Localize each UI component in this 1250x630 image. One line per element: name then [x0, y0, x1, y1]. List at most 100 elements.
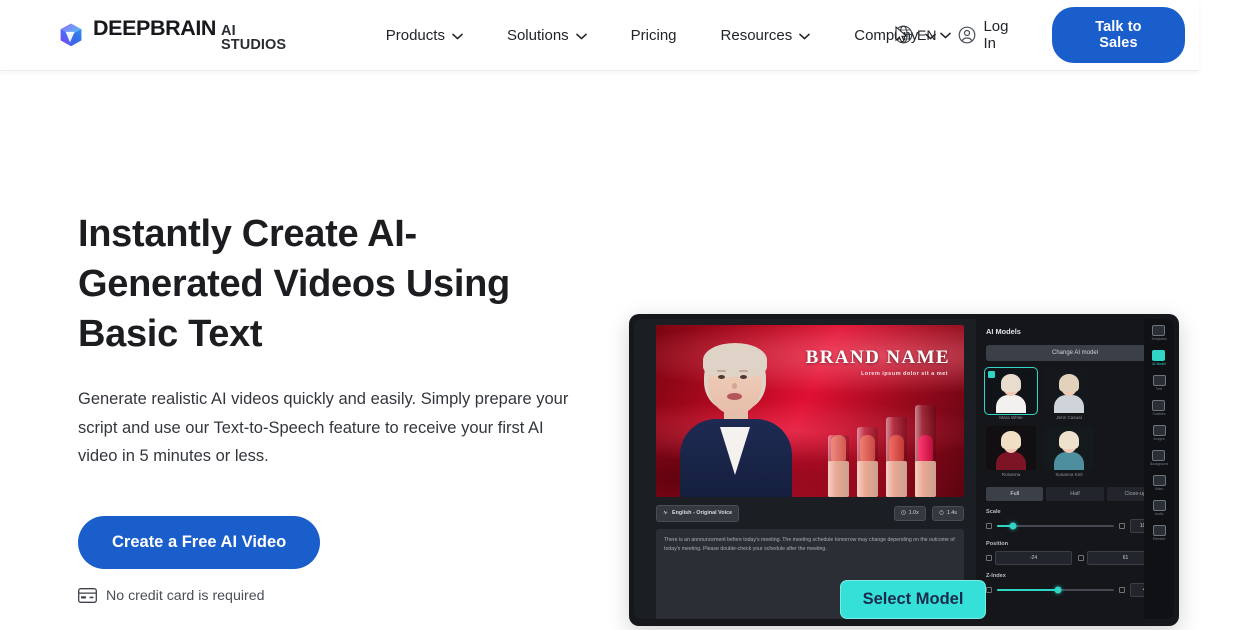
- hero-copy: Instantly Create AI-Generated Videos Usi…: [78, 209, 598, 604]
- nav-label: Pricing: [630, 26, 677, 44]
- hero-subtitle: Generate realistic AI videos quickly and…: [78, 390, 569, 465]
- hero-section: Instantly Create AI-Generated Videos Usi…: [0, 71, 1199, 630]
- rail-item-element[interactable]: Element: [1152, 525, 1166, 541]
- rail-label: Text: [1155, 387, 1163, 391]
- chevron-down-icon: [940, 32, 952, 39]
- login-label: Log In: [983, 18, 1009, 52]
- rail-item-video[interactable]: Video: [1152, 475, 1166, 491]
- position-y-icon: [1078, 555, 1084, 561]
- model-label: Mara White: [999, 415, 1023, 420]
- element-icon: [1152, 525, 1166, 536]
- scale-slider-row: 101 %: [986, 519, 1164, 533]
- segment-full[interactable]: Full: [986, 487, 1044, 501]
- product-preview-mockup: BRAND NAME Lorem ipsum dolor sit a met E…: [629, 314, 1179, 626]
- zindex-front-icon: [1119, 587, 1125, 593]
- header-actions: Log In Talk to Sales: [958, 7, 1199, 63]
- product-lipstick: [886, 417, 907, 497]
- playback-speed-chip[interactable]: 1.0x: [893, 505, 926, 521]
- no-credit-card-note: No credit card is required: [78, 588, 598, 604]
- model-card[interactable]: Jenn Casual: [1044, 369, 1094, 420]
- mouse-cursor: [895, 25, 909, 49]
- clip-duration-chip[interactable]: 1.4s: [931, 505, 964, 521]
- rail-label: Background: [1149, 462, 1169, 466]
- rail-item-text[interactable]: Text: [1152, 375, 1166, 391]
- rail-item-subtitles[interactable]: Subtitles: [1152, 400, 1166, 416]
- product-lipstick: [828, 435, 849, 497]
- model-label: Jenn Casual: [1056, 415, 1082, 420]
- person-icon: [1152, 350, 1166, 361]
- position-x-icon: [986, 555, 992, 561]
- stage-toolbar: English - Original Voice 1.0x 1.4s: [656, 502, 964, 524]
- voice-language-label: English - Original Voice: [672, 510, 733, 516]
- rail-item-audio[interactable]: Audio: [1152, 500, 1166, 516]
- user-circle-icon: [958, 26, 976, 44]
- rail-item-ai-model[interactable]: AI Model: [1152, 350, 1166, 366]
- nav-item-solutions[interactable]: Solutions: [485, 27, 609, 44]
- nav-item-products[interactable]: Products: [364, 27, 485, 44]
- logo-link[interactable]: DEEPBRAIN AI STUDIOS: [58, 15, 302, 53]
- text-icon: [1152, 375, 1166, 386]
- chevron-down-icon: [799, 33, 811, 40]
- crop-segmented-control: Full Half Close-up: [986, 487, 1164, 501]
- scale-large-icon: [1119, 523, 1125, 529]
- model-card[interactable]: Mara White: [984, 367, 1038, 420]
- logo-wordmark: DEEPBRAIN: [93, 15, 217, 40]
- voice-wave-icon: [663, 509, 668, 517]
- rail-label: Element: [1152, 537, 1166, 541]
- create-free-ai-video-button[interactable]: Create a Free AI Video: [78, 515, 321, 569]
- nav-item-resources[interactable]: Resources: [699, 27, 833, 44]
- main-navigation: Products Solutions Pricing Resources Com…: [364, 27, 959, 44]
- model-card[interactable]: Susanna Knit: [1044, 426, 1094, 477]
- subtitle-icon: [1152, 400, 1166, 411]
- page-title: Instantly Create AI-Generated Videos Usi…: [78, 213, 510, 355]
- voice-language-chip[interactable]: English - Original Voice: [656, 504, 740, 522]
- model-card[interactable]: Rosanna: [986, 426, 1036, 477]
- video-canvas[interactable]: BRAND NAME Lorem ipsum dolor sit a met: [656, 325, 964, 497]
- language-label: EN: [917, 26, 937, 43]
- image-icon: [1152, 425, 1166, 436]
- scale-slider[interactable]: [997, 522, 1114, 530]
- site-header: DEEPBRAIN AI STUDIOS Products Solutions …: [0, 0, 1199, 71]
- scale-label: Scale: [986, 509, 1001, 515]
- select-model-button[interactable]: Select Model: [840, 580, 986, 619]
- scale-small-icon: [986, 523, 992, 529]
- rail-item-images[interactable]: Images: [1152, 425, 1166, 441]
- selected-check-icon: [988, 371, 995, 378]
- audio-icon: [1152, 500, 1166, 511]
- chevron-down-icon: [452, 33, 463, 40]
- panel-title: AI Models: [986, 327, 1021, 336]
- position-label: Position: [986, 541, 1009, 547]
- ai-avatar-presenter: [674, 339, 800, 497]
- position-row: -24 61: [986, 551, 1164, 565]
- zindex-slider-row: 404: [986, 583, 1164, 597]
- editor-tool-rail: Templates AI Model Text Subtitles Images: [1144, 319, 1174, 619]
- clock-icon: [900, 509, 906, 517]
- rail-label: Video: [1154, 487, 1164, 491]
- clip-duration-label: 1.4s: [946, 510, 957, 516]
- change-ai-model-button[interactable]: Change AI model: [986, 345, 1164, 361]
- nav-label: Resources: [720, 26, 793, 44]
- segment-half[interactable]: Half: [1046, 487, 1104, 501]
- chevron-down-icon: [575, 33, 587, 40]
- canvas-brand-title: BRAND NAME: [805, 347, 950, 368]
- nav-item-pricing[interactable]: Pricing: [609, 27, 699, 44]
- rail-item-background[interactable]: Background: [1150, 450, 1168, 466]
- model-label: Susanna Knit: [1055, 472, 1083, 477]
- editor-stage-column: BRAND NAME Lorem ipsum dolor sit a met E…: [634, 319, 986, 619]
- zindex-slider[interactable]: [997, 586, 1114, 594]
- position-x-value[interactable]: -24: [995, 551, 1072, 565]
- login-link[interactable]: Log In: [958, 18, 1023, 52]
- rail-label: Subtitles: [1152, 412, 1166, 416]
- templates-icon: [1152, 325, 1166, 336]
- timer-icon: [939, 509, 944, 517]
- rail-label: Images: [1153, 437, 1165, 441]
- rail-item-templates[interactable]: Templates: [1151, 325, 1167, 341]
- rail-label: AI Model: [1152, 362, 1166, 366]
- logo-subwordmark: AI STUDIOS: [221, 22, 287, 53]
- talk-to-sales-button[interactable]: Talk to Sales: [1051, 7, 1185, 63]
- rail-label: Audio: [1154, 512, 1164, 516]
- product-lipstick: [915, 405, 936, 497]
- video-icon: [1152, 475, 1166, 486]
- playback-speed-label: 1.0x: [908, 510, 919, 516]
- no-credit-card-label: No credit card is required: [106, 587, 265, 604]
